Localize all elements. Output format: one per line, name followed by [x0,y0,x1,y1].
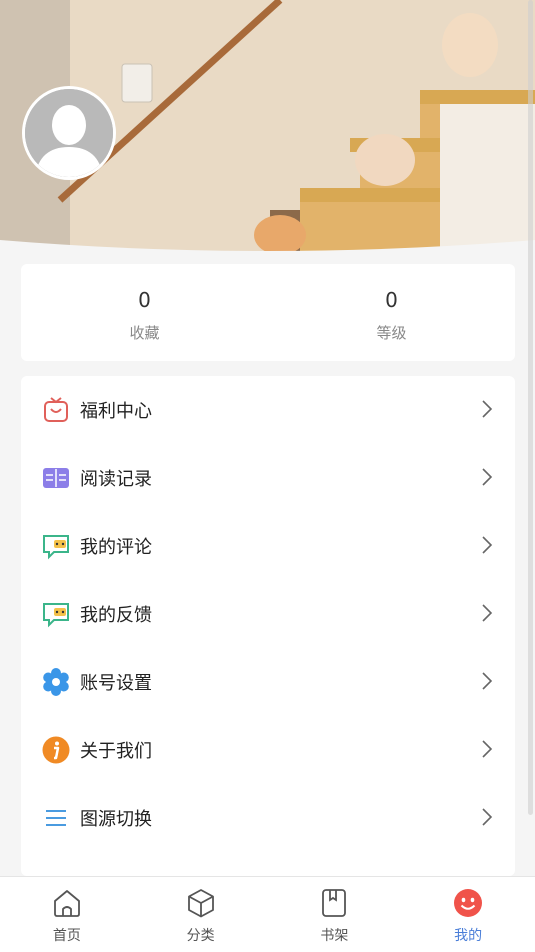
open-book-icon [43,468,69,488]
cube-icon [187,889,214,918]
bottom-tab-bar: 首页 分类 书架 我的 [0,876,535,952]
tab-category[interactable]: 分类 [134,877,268,952]
menu-item-welfare-center[interactable]: 福利中心 [21,376,515,444]
list-icon [46,810,66,826]
menu-item-reading-history[interactable]: 阅读记录 [21,444,515,512]
chevron-right-icon [482,604,493,622]
info-icon [42,736,70,764]
chevron-right-icon [482,808,493,826]
chevron-right-icon [482,672,493,690]
tab-mine[interactable]: 我的 [401,877,535,952]
tab-bookshelf[interactable]: 书架 [268,877,402,952]
menu-label: 关于我们 [80,741,152,762]
level-count: 0 [385,288,398,312]
scrollbar[interactable] [528,0,533,815]
chevron-right-icon [482,400,493,418]
tab-label: 分类 [186,928,215,944]
menu-label: 福利中心 [80,401,152,422]
home-icon [53,890,80,917]
gift-icon [44,397,68,422]
level-label: 等级 [376,324,407,342]
menu-item-image-source-switch[interactable]: 图源切换 [21,784,515,852]
menu-label: 阅读记录 [80,469,152,490]
tab-label: 书架 [320,928,349,944]
chevron-right-icon [482,536,493,554]
tab-home[interactable]: 首页 [0,877,134,952]
feedback-icon [43,603,69,628]
comment-icon [43,535,69,560]
user-avatar[interactable] [22,86,116,180]
chevron-right-icon [482,740,493,758]
smiley-icon [454,889,483,917]
menu-list: 福利中心 阅读记录 我的评论 我的反馈 账号设置 关于我们 图源切换 [21,376,515,876]
menu-label: 图源切换 [80,809,152,830]
menu-item-account-settings[interactable]: 账号设置 [21,648,515,716]
profile-header-banner [0,0,535,255]
tab-label: 我的 [454,928,483,944]
stat-favorites[interactable]: 0 收藏 [21,264,268,361]
menu-item-about-us[interactable]: 关于我们 [21,716,515,784]
stats-card: 0 收藏 0 等级 [21,264,515,361]
avatar-placeholder-icon [25,89,113,177]
stat-level[interactable]: 0 等级 [268,264,515,361]
favorites-label: 收藏 [129,324,160,342]
menu-label: 我的反馈 [80,605,152,626]
favorites-count: 0 [138,288,151,312]
gear-icon [43,668,69,696]
menu-label: 账号设置 [80,673,152,694]
menu-label: 我的评论 [80,537,152,558]
chevron-right-icon [482,468,493,486]
menu-item-my-comments[interactable]: 我的评论 [21,512,515,580]
bookshelf-icon [322,889,347,917]
tab-label: 首页 [52,928,81,944]
menu-item-my-feedback[interactable]: 我的反馈 [21,580,515,648]
